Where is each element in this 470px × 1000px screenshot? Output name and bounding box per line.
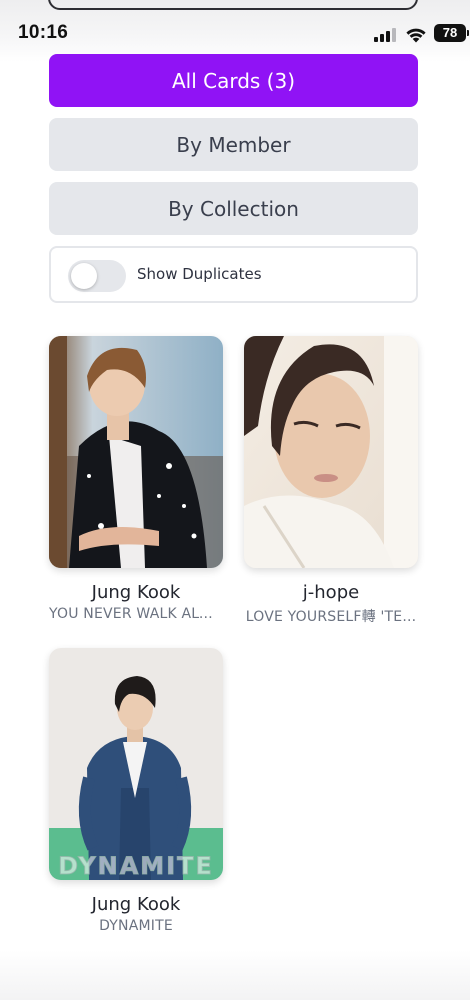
card-collection-name: YOU NEVER WALK ALO...	[49, 606, 223, 622]
status-bar: 10:16 78	[0, 18, 470, 50]
all-cards-button[interactable]: All Cards (3)	[49, 54, 418, 107]
card-member-name: Jung Kook	[91, 894, 181, 915]
show-duplicates-label: Show Duplicates	[137, 265, 262, 283]
photocard-image[interactable]	[244, 336, 418, 568]
card-collection-name: LOVE YOURSELF轉 'TE...	[245, 609, 417, 625]
by-collection-button[interactable]: By Collection	[49, 182, 418, 235]
dynamite-logo-text: DYNAMITE	[58, 852, 214, 881]
show-duplicates-row: Show Duplicates	[49, 246, 418, 303]
show-duplicates-toggle[interactable]	[68, 260, 126, 292]
photocard-item[interactable]: Jung Kook YOU NEVER WALK ALO...	[49, 336, 223, 622]
photocard-image[interactable]: DYNAMITE	[49, 648, 223, 880]
card-member-name: Jung Kook	[91, 582, 181, 603]
toggle-knob	[71, 263, 97, 289]
by-member-button[interactable]: By Member	[49, 118, 418, 171]
cellular-signal-icon	[374, 28, 400, 42]
photocard-item[interactable]: DYNAMITE Jung Kook DYNAMITE	[49, 648, 223, 934]
photocard-image[interactable]	[49, 336, 223, 568]
battery-indicator: 78	[434, 24, 469, 42]
card-member-name: j-hope	[302, 582, 360, 603]
bottom-fade	[0, 950, 470, 1000]
wifi-icon	[406, 28, 426, 43]
status-time: 10:16	[18, 22, 69, 43]
partially-visible-element	[48, 0, 418, 10]
card-collection-name: DYNAMITE	[99, 918, 173, 934]
photocard-item[interactable]: j-hope LOVE YOURSELF轉 'TE...	[244, 336, 418, 626]
